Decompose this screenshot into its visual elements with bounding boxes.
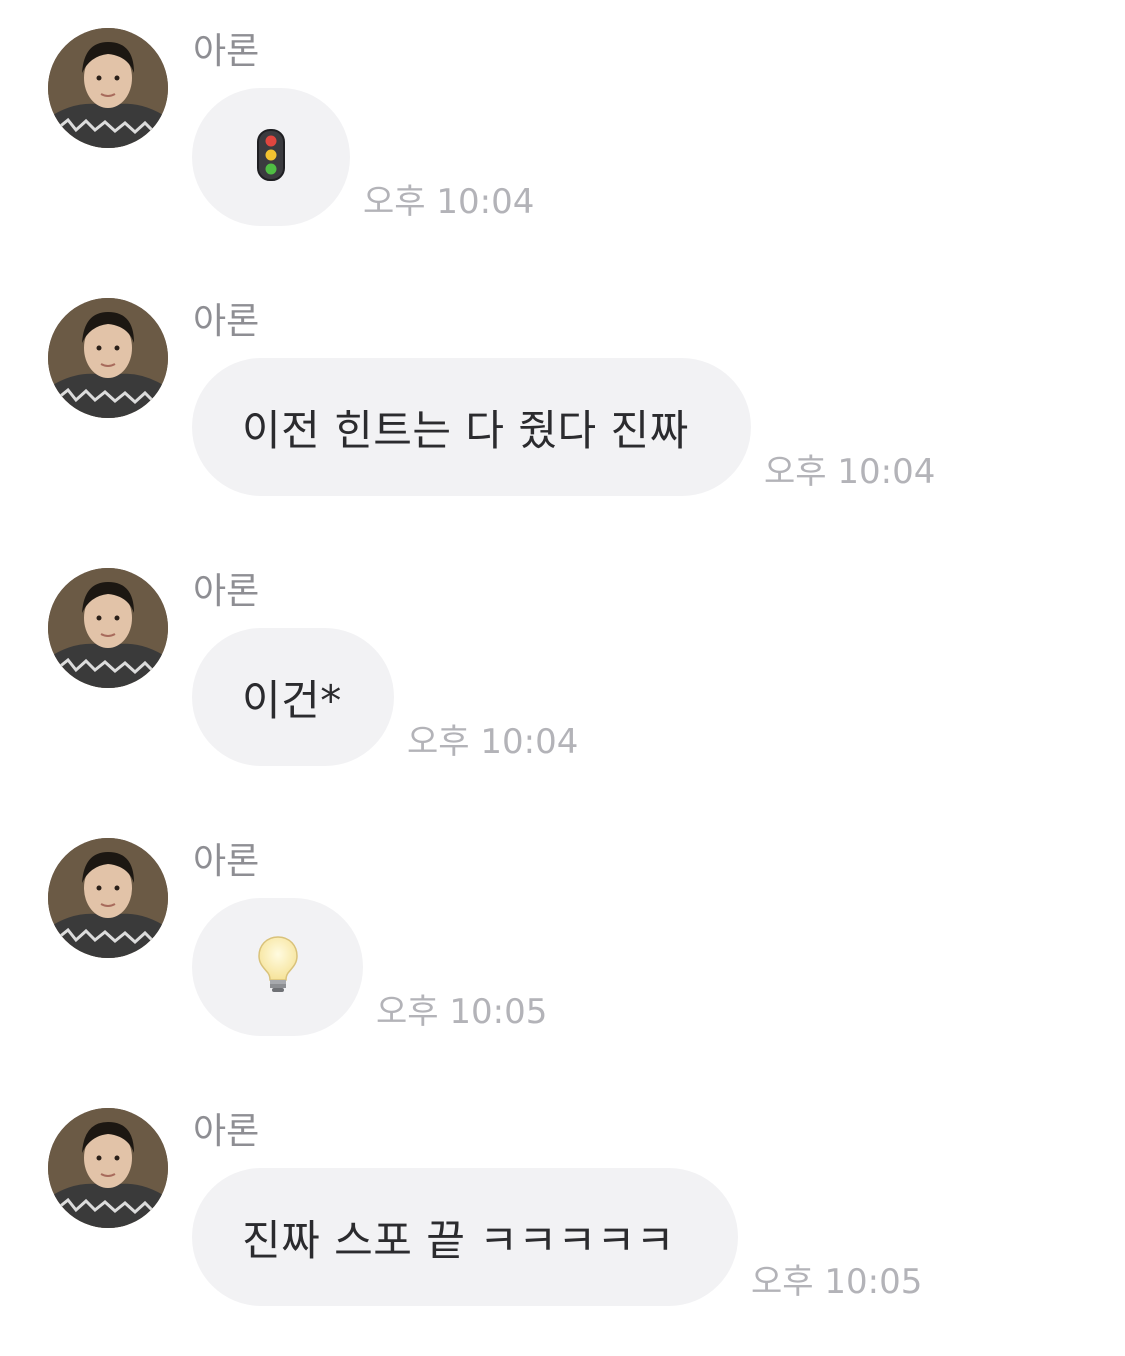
avatar[interactable]	[48, 568, 168, 688]
message-bubble[interactable]	[192, 88, 350, 226]
light-bulb-icon	[256, 935, 300, 999]
message-time: 오후 10:04	[407, 722, 579, 762]
message-row: 아론 진짜 스포 끝 ㅋㅋㅋㅋㅋ 오후 10:05	[0, 1080, 1125, 1310]
message-text: 이건*	[242, 675, 342, 725]
message-row: 아론 이전 힌트는 다 줬다 진짜 오후 10:04	[0, 270, 1125, 500]
message-bubble[interactable]: 이건*	[192, 628, 394, 766]
message-text: 이전 힌트는 다 줬다 진짜	[242, 405, 689, 455]
avatar[interactable]	[48, 1108, 168, 1228]
message-time: 오후 10:05	[376, 992, 548, 1032]
traffic-light-icon	[256, 128, 286, 186]
message-row: 아론 오후 10:05	[0, 810, 1125, 1040]
sender-name: 아론	[193, 1111, 260, 1152]
message-bubble[interactable]: 진짜 스포 끝 ㅋㅋㅋㅋㅋ	[192, 1168, 738, 1306]
avatar[interactable]	[48, 298, 168, 418]
message-time: 오후 10:04	[764, 452, 936, 492]
message-text: 진짜 스포 끝 ㅋㅋㅋㅋㅋ	[242, 1215, 675, 1265]
avatar[interactable]	[48, 28, 168, 148]
message-bubble[interactable]	[192, 898, 363, 1036]
message-row: 아론 오후 10:04	[0, 0, 1125, 230]
sender-name: 아론	[193, 571, 260, 612]
avatar[interactable]	[48, 838, 168, 958]
message-time: 오후 10:05	[751, 1262, 923, 1302]
sender-name: 아론	[193, 31, 260, 72]
sender-name: 아론	[193, 301, 260, 342]
message-row: 아론 이건* 오후 10:04	[0, 540, 1125, 770]
message-bubble[interactable]: 이전 힌트는 다 줬다 진짜	[192, 358, 751, 496]
message-time: 오후 10:04	[363, 182, 535, 222]
sender-name: 아론	[193, 841, 260, 882]
